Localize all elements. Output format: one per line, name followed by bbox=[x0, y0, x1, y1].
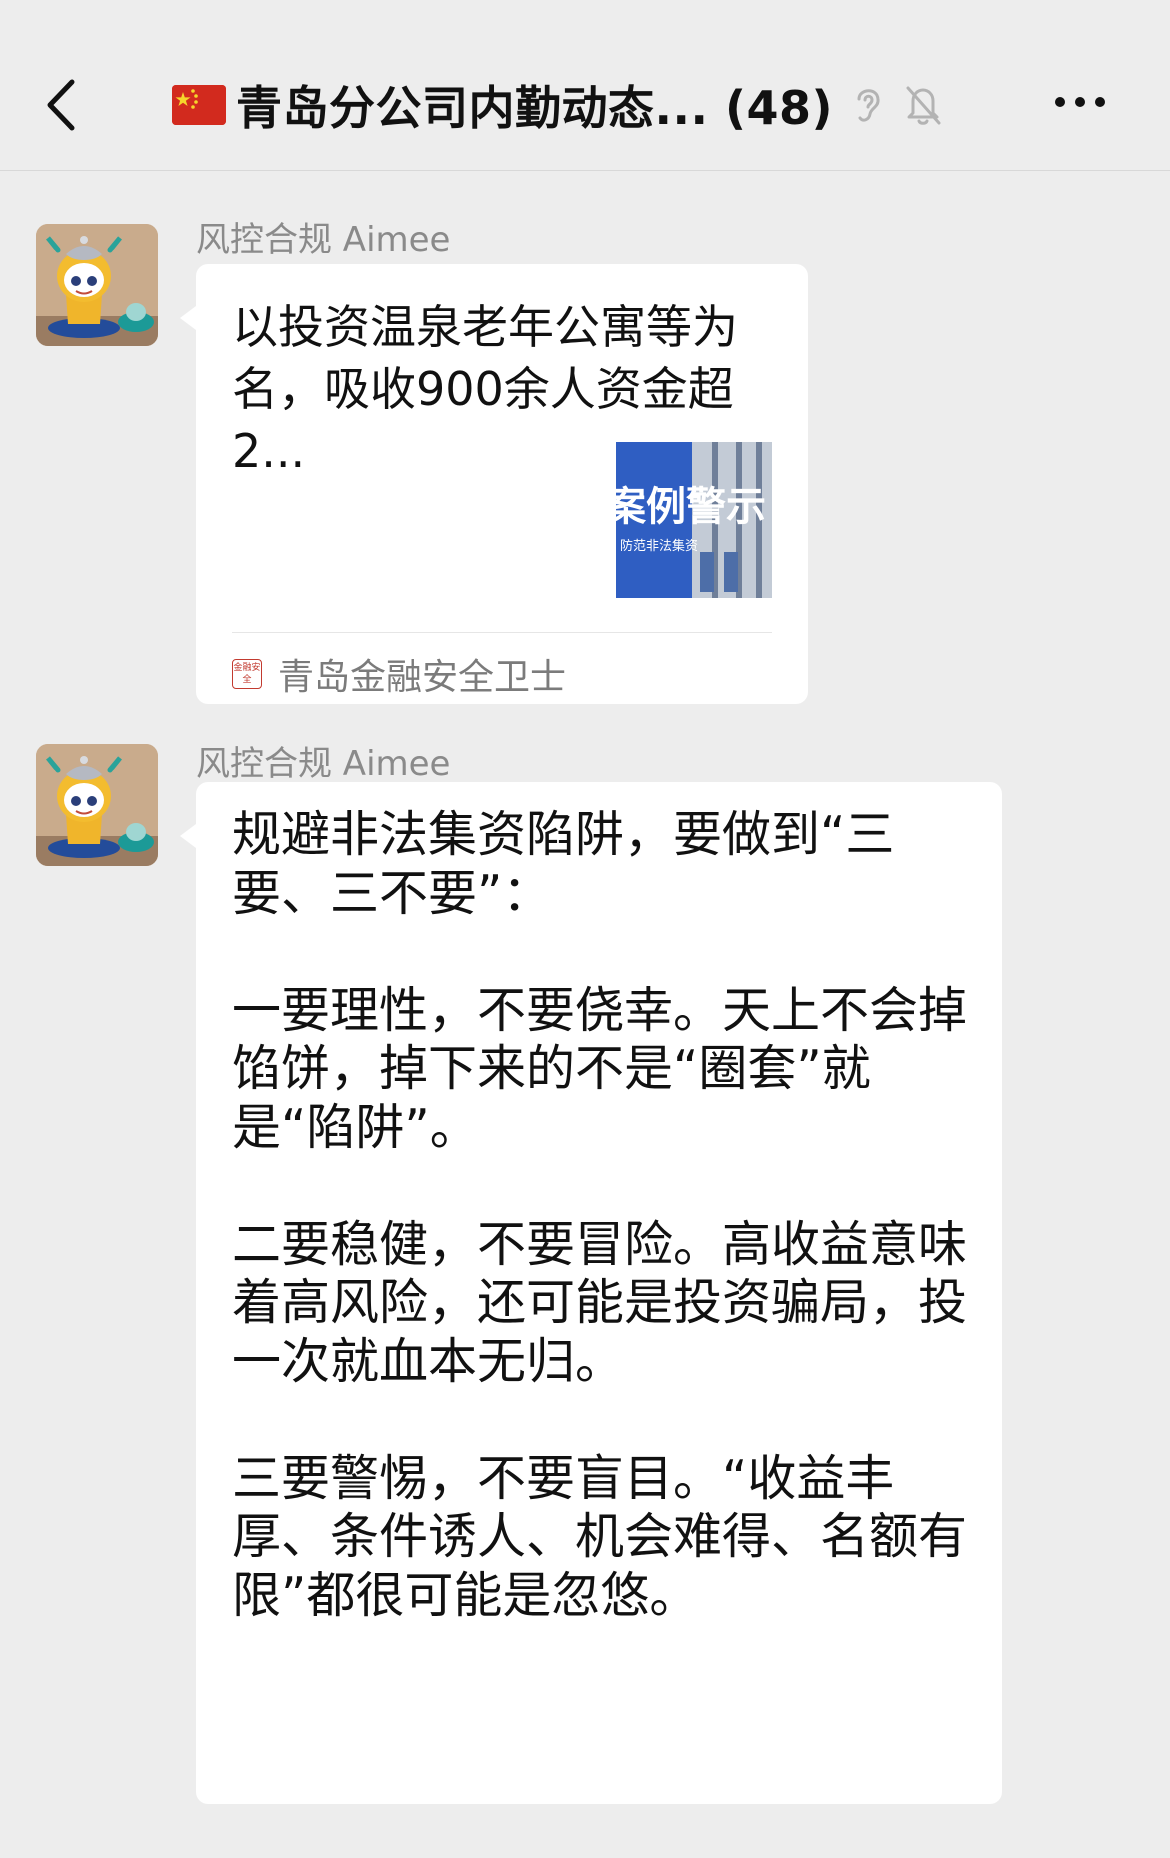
card-divider bbox=[232, 632, 772, 633]
thumbnail-subheading: 防范非法集资 bbox=[620, 538, 698, 554]
card-source: 金融安全 青岛金融安全卫士 bbox=[232, 644, 566, 704]
back-button[interactable] bbox=[40, 70, 90, 140]
avatar[interactable] bbox=[36, 224, 158, 346]
more-icon bbox=[1055, 97, 1105, 107]
avatar-icon bbox=[36, 224, 158, 346]
avatar-icon bbox=[36, 744, 158, 866]
message-paragraph: 三要警惕，不要盲目。“收益丰厚、条件诱人、机会难得、名额有限”都很可能是忽悠。 bbox=[232, 1449, 968, 1624]
chat-header: 青岛分公司内勤动态... (48) bbox=[0, 0, 1170, 171]
avatar[interactable] bbox=[36, 744, 158, 866]
mute-bell-icon bbox=[906, 86, 941, 125]
sender-name: 风控合规 Aimee bbox=[196, 220, 451, 260]
text-bubble[interactable]: 规避非法集资陷阱，要做到“三要、三不要”： 一要理性，不要侥幸。天上不会掉馅饼，… bbox=[180, 782, 1002, 1804]
message-paragraph: 一要理性，不要侥幸。天上不会掉馅饼，掉下来的不是“圈套”就是“陷阱”。 bbox=[232, 981, 968, 1156]
chat-title: 青岛分公司内勤动态... (48) bbox=[236, 81, 833, 135]
message-paragraph: 规避非法集资陷阱，要做到“三要、三不要”： bbox=[232, 806, 895, 922]
message-text: 规避非法集资陷阱，要做到“三要、三不要”： 一要理性，不要侥幸。天上不会掉馅饼，… bbox=[232, 806, 972, 1625]
ear-icon bbox=[857, 89, 880, 122]
more-button[interactable] bbox=[1050, 82, 1110, 122]
china-flag-icon bbox=[172, 85, 226, 125]
message-paragraph: 二要稳健，不要冒险。高收益意味着高风险，还可能是投资骗局，投一次就血本无归。 bbox=[232, 1215, 968, 1390]
back-icon bbox=[47, 79, 75, 131]
card-thumbnail: 案例警示 防范非法集资 bbox=[616, 442, 772, 598]
sender-name: 风控合规 Aimee bbox=[196, 744, 451, 784]
thumbnail-heading: 案例警示 bbox=[616, 484, 766, 530]
source-name: 青岛金融安全卫士 bbox=[278, 657, 567, 698]
article-card[interactable]: 以投资温泉老年公寓等为名，吸收900余人资金超2... 案例警示 防范非法集资 … bbox=[180, 264, 808, 704]
chat-title-area[interactable]: 青岛分公司内勤动态... (48) bbox=[172, 70, 943, 140]
source-logo-icon: 金融安全 bbox=[232, 659, 262, 689]
